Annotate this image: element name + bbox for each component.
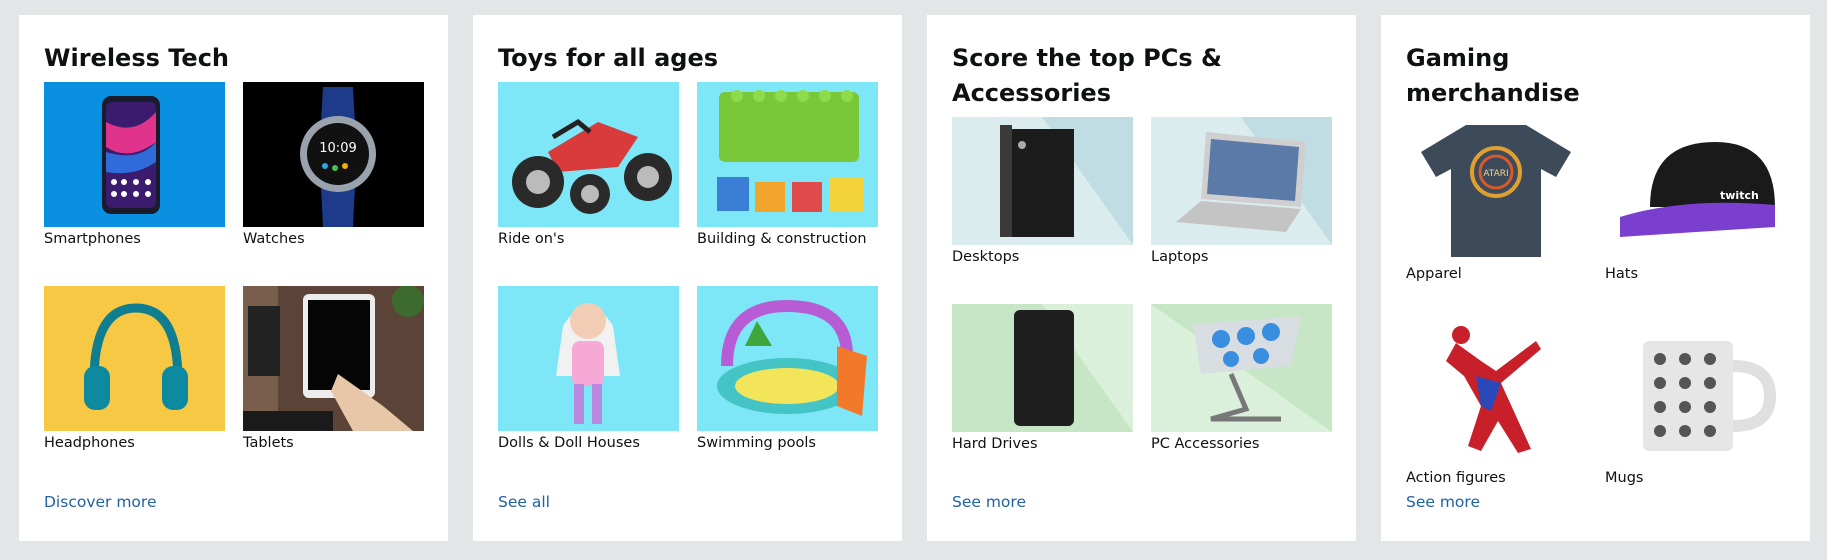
tile-hard-drives[interactable]: Hard Drives <box>952 304 1133 491</box>
tshirt-icon[interactable]: ATARI <box>1406 117 1587 262</box>
tile-label[interactable]: PC Accessories <box>1151 435 1332 491</box>
tile-label[interactable]: Laptops <box>1151 248 1332 304</box>
card-title: Score the top PCs & Accessories <box>952 44 1222 107</box>
laptop-stand-icon[interactable] <box>1151 304 1332 432</box>
see-all-link[interactable]: See all <box>498 493 550 511</box>
card-wireless-tech: Wireless Tech Smartphones 10:09 Watches … <box>19 15 448 541</box>
tile-label[interactable]: Smartphones <box>44 230 225 286</box>
tile-hats[interactable]: twitch Hats <box>1605 117 1786 321</box>
pool-icon[interactable] <box>697 286 878 431</box>
tile-building[interactable]: Building & construction <box>697 82 878 286</box>
tile-tablets[interactable]: Tablets <box>243 286 424 490</box>
card-title: Wireless Tech <box>44 44 230 72</box>
tile-label[interactable]: Tablets <box>243 434 424 490</box>
tile-headphones[interactable]: Headphones <box>44 286 225 490</box>
watch-icon[interactable]: 10:09 <box>243 82 424 227</box>
tile-pools[interactable]: Swimming pools <box>697 286 878 490</box>
card-gaming-merch: Gaming merchandise ATARI Apparel twitch … <box>1381 15 1810 541</box>
mug-icon[interactable] <box>1605 321 1786 466</box>
tile-dolls[interactable]: Dolls & Doll Houses <box>498 286 679 490</box>
hard-drive-icon[interactable] <box>952 304 1133 432</box>
tile-label[interactable]: Desktops <box>952 248 1133 304</box>
card-toys: Toys for all ages Ride on's Building & c… <box>473 15 902 541</box>
tablet-icon[interactable] <box>243 286 424 431</box>
smartphone-icon[interactable] <box>44 82 225 227</box>
see-more-link[interactable]: See more <box>952 493 1026 511</box>
tile-label[interactable]: Dolls & Doll Houses <box>498 434 679 490</box>
tile-label[interactable]: Mugs <box>1605 469 1786 525</box>
cap-icon[interactable]: twitch <box>1605 117 1786 262</box>
tile-label[interactable]: Ride on's <box>498 230 679 286</box>
laptop-icon[interactable] <box>1151 117 1332 245</box>
atv-icon[interactable] <box>498 82 679 227</box>
doll-icon[interactable] <box>498 286 679 431</box>
tile-grid: Ride on's Building & construction Dolls … <box>498 82 878 490</box>
discover-more-link[interactable]: Discover more <box>44 493 156 511</box>
twitch-logo-text: twitch <box>1720 189 1759 202</box>
desktop-tower-icon[interactable] <box>952 117 1133 245</box>
tile-desktops[interactable]: Desktops <box>952 117 1133 304</box>
headphones-icon[interactable] <box>44 286 225 431</box>
tile-label[interactable]: Apparel <box>1406 265 1587 321</box>
tile-mugs[interactable]: Mugs <box>1605 321 1786 525</box>
tile-grid: ATARI Apparel twitch Hats Action figures… <box>1406 117 1786 525</box>
tile-label[interactable]: Swimming pools <box>697 434 878 490</box>
tile-label[interactable]: Headphones <box>44 434 225 490</box>
tile-pc-accessories[interactable]: PC Accessories <box>1151 304 1332 491</box>
tile-watches[interactable]: 10:09 Watches <box>243 82 424 286</box>
tile-grid: Desktops Laptops Hard Drives PC Accessor… <box>952 117 1332 491</box>
tile-grid: Smartphones 10:09 Watches Headphones Tab… <box>44 82 424 490</box>
tile-smartphones[interactable]: Smartphones <box>44 82 225 286</box>
card-pcs: Score the top PCs & Accessories Desktops <box>927 15 1356 541</box>
watch-time: 10:09 <box>319 141 356 156</box>
tile-apparel[interactable]: ATARI Apparel <box>1406 117 1587 321</box>
card-title: Gaming merchandise <box>1406 44 1580 107</box>
card-row: Wireless Tech Smartphones 10:09 Watches … <box>19 15 1810 541</box>
tile-label[interactable]: Hats <box>1605 265 1786 321</box>
tile-laptops[interactable]: Laptops <box>1151 117 1332 304</box>
see-more-link[interactable]: See more <box>1406 493 1480 511</box>
tile-label[interactable]: Building & construction <box>697 230 878 286</box>
building-blocks-icon[interactable] <box>697 82 878 227</box>
card-title: Toys for all ages <box>498 44 719 72</box>
tile-label[interactable]: Hard Drives <box>952 435 1133 491</box>
tile-label[interactable]: Watches <box>243 230 424 286</box>
tile-ride-ons[interactable]: Ride on's <box>498 82 679 286</box>
action-figure-icon[interactable] <box>1406 321 1587 466</box>
atari-logo-text: ATARI <box>1483 169 1508 179</box>
